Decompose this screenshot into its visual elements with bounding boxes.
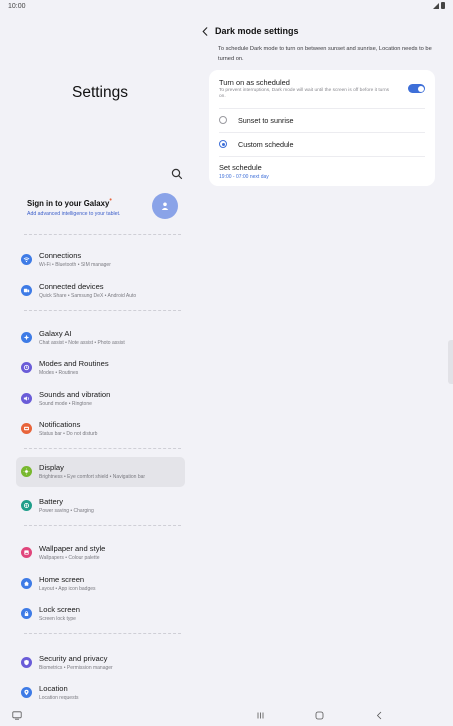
search-icon[interactable] xyxy=(170,167,184,181)
battery-status-icon xyxy=(441,2,445,9)
divider xyxy=(219,108,425,109)
keyboard-icon[interactable] xyxy=(12,711,22,720)
item-subtitle: Modes • Routines xyxy=(39,370,79,376)
divider xyxy=(24,525,181,526)
account-title: Sign in to your Galaxy xyxy=(27,199,110,208)
item-title: Lock screen xyxy=(39,605,80,614)
settings-item-sounds-and-vibration[interactable]: Sounds and vibration Sound mode • Ringto… xyxy=(16,384,185,414)
item-title: Battery xyxy=(39,497,64,506)
navigation-bar xyxy=(0,706,453,726)
settings-item-display[interactable]: Display Brightness • Eye comfort shield … xyxy=(16,457,185,487)
settings-item-connected-devices[interactable]: Connected devices Quick Share • Samsung … xyxy=(16,276,185,306)
divider xyxy=(24,633,181,634)
item-title: Connections xyxy=(39,251,82,260)
divider xyxy=(24,234,181,235)
custom-schedule-label[interactable]: Custom schedule xyxy=(238,140,294,149)
bell-icon xyxy=(21,423,32,434)
page-title: Settings xyxy=(71,84,128,101)
devices-icon xyxy=(21,285,32,296)
turn-on-as-scheduled-title: Turn on as scheduled xyxy=(219,78,290,87)
settings-item-wallpaper-and-style[interactable]: Wallpaper and style Wallpapers • Colour … xyxy=(16,538,185,568)
turn-on-as-scheduled-description: To prevent interruptions, Dark mode will… xyxy=(219,88,390,99)
page-title: Dark mode settings xyxy=(215,26,299,36)
set-schedule-title[interactable]: Set schedule xyxy=(219,163,262,172)
item-subtitle: Status bar • Do not disturb xyxy=(39,431,98,437)
avatar[interactable] xyxy=(152,193,178,219)
dark-mode-settings-pane: Dark mode settings To schedule Dark mode… xyxy=(200,14,453,706)
location-info-text: To schedule Dark mode to turn on between… xyxy=(218,46,432,62)
chevron-left-icon xyxy=(202,26,208,36)
divider xyxy=(219,156,425,157)
item-title: Sounds and vibration xyxy=(39,390,111,399)
location-pin-icon xyxy=(21,687,32,698)
item-title: Location xyxy=(39,684,68,693)
divider xyxy=(24,310,181,311)
sun-icon xyxy=(21,466,32,477)
home-icon xyxy=(21,578,32,589)
item-subtitle: Wi-Fi • Bluetooth • SIM manager xyxy=(39,262,111,268)
sunset-to-sunrise-label[interactable]: Sunset to sunrise xyxy=(238,116,294,125)
set-schedule-value: 19:00 - 07:00 next day xyxy=(219,174,269,180)
item-subtitle: Wallpapers • Colour palette xyxy=(39,555,100,561)
schedule-card: Turn on as scheduled To prevent interrup… xyxy=(209,70,435,186)
item-title: Notifications xyxy=(39,420,81,429)
battery-icon xyxy=(21,500,32,511)
wallpaper-icon xyxy=(21,547,32,558)
settings-item-battery[interactable]: Battery Power saving • Charging xyxy=(16,491,185,521)
settings-item-notifications[interactable]: Notifications Status bar • Do not distur… xyxy=(16,414,185,444)
speaker-icon xyxy=(21,393,32,404)
custom-schedule-radio[interactable] xyxy=(219,140,227,148)
item-subtitle: Screen lock type xyxy=(39,616,76,622)
status-time: 10:00 xyxy=(8,3,26,10)
back-nav-icon[interactable] xyxy=(375,711,384,720)
sunset-to-sunrise-radio[interactable] xyxy=(219,116,227,124)
settings-item-modes-and-routines[interactable]: Modes and Routines Modes • Routines xyxy=(16,353,185,383)
item-title: Display xyxy=(39,463,64,472)
system-icons xyxy=(433,2,445,9)
settings-list-pane: Settings Sign in to your Galaxy• Add adv… xyxy=(0,14,200,706)
item-subtitle: Quick Share • Samsung DeX • Android Auto xyxy=(39,293,137,299)
edge-panel-handle[interactable] xyxy=(448,340,453,384)
item-subtitle: Power saving • Charging xyxy=(39,508,94,514)
settings-item-lock-screen[interactable]: Lock screen Screen lock type xyxy=(16,599,185,629)
item-title: Modes and Routines xyxy=(39,359,109,368)
wifi-icon xyxy=(21,254,32,265)
settings-item-security-and-privacy[interactable]: Security and privacy Biometrics • Permis… xyxy=(16,648,185,678)
lock-icon xyxy=(21,608,32,619)
item-title: Galaxy AI xyxy=(39,329,72,338)
settings-item-location[interactable]: Location Location requests xyxy=(16,678,185,708)
item-subtitle: Sound mode • Ringtone xyxy=(39,401,92,407)
divider xyxy=(219,132,425,133)
routine-icon xyxy=(21,362,32,373)
item-subtitle: Biometrics • Permission manager xyxy=(39,665,113,671)
turn-on-as-scheduled-toggle[interactable] xyxy=(408,84,425,93)
item-title: Connected devices xyxy=(39,282,104,291)
item-subtitle: Brightness • Eye comfort shield • Naviga… xyxy=(39,474,146,480)
signal-icon xyxy=(433,2,439,9)
item-title: Wallpaper and style xyxy=(39,544,106,553)
home-nav-icon[interactable] xyxy=(315,711,324,720)
person-icon xyxy=(161,202,169,210)
status-bar: 10:00 xyxy=(0,0,453,14)
item-title: Home screen xyxy=(39,575,85,584)
notification-dot: • xyxy=(109,197,112,204)
settings-item-connections[interactable]: Connections Wi-Fi • Bluetooth • SIM mana… xyxy=(16,245,185,275)
item-subtitle: Chat assist • Note assist • Photo assist xyxy=(39,340,125,346)
sparkle-icon xyxy=(21,332,32,343)
settings-item-galaxy-ai[interactable]: Galaxy AI Chat assist • Note assist • Ph… xyxy=(16,323,185,353)
back-button[interactable] xyxy=(200,24,210,38)
item-subtitle: Layout • App icon badges xyxy=(39,586,96,592)
item-title: Security and privacy xyxy=(39,654,108,663)
recent-apps-icon[interactable] xyxy=(256,711,265,720)
divider xyxy=(24,448,181,449)
shield-icon xyxy=(21,657,32,668)
item-subtitle: Location requests xyxy=(39,695,79,701)
settings-item-home-screen[interactable]: Home screen Layout • App icon badges xyxy=(16,569,185,599)
